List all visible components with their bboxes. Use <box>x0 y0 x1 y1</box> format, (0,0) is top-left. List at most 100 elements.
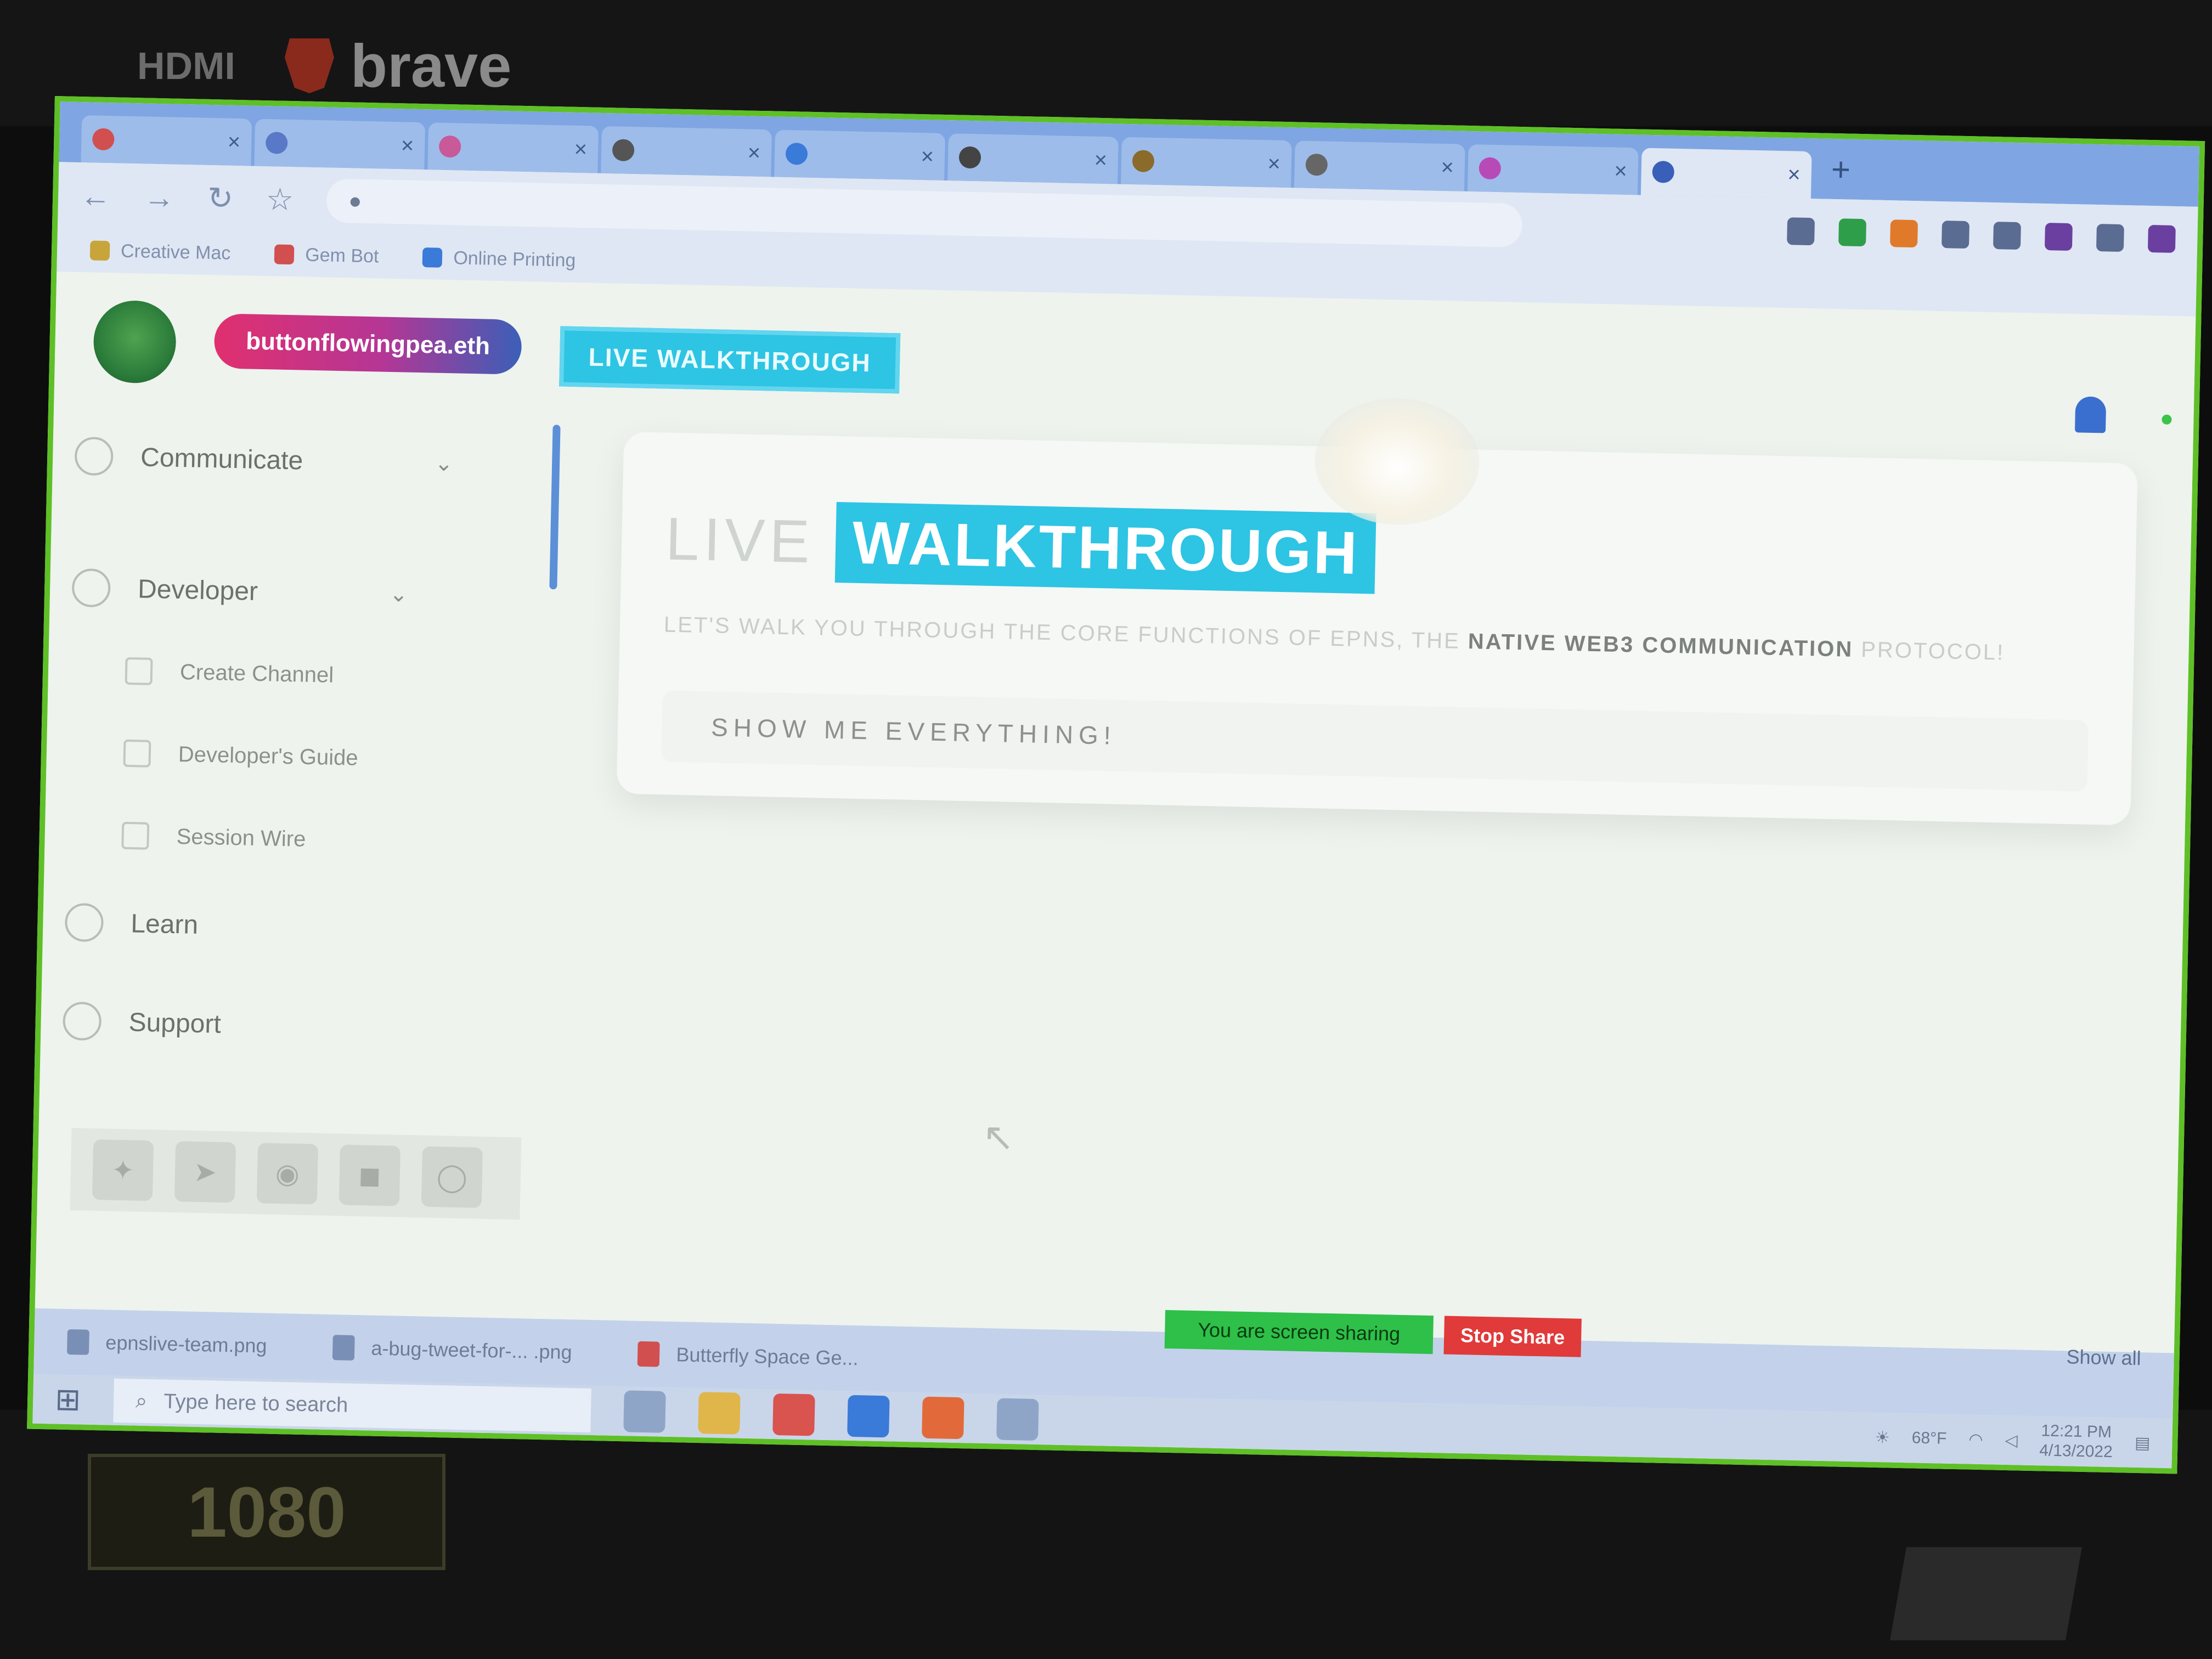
walkthrough-title: LIVE WALKTHROUGH <box>665 499 1376 594</box>
sidebar-item-learn[interactable]: Learn <box>64 902 199 944</box>
close-icon[interactable]: × <box>1267 151 1280 176</box>
browser-tab[interactable]: × <box>774 129 945 180</box>
laptop-label-badge: 1080 <box>88 1454 445 1570</box>
zoom-icon[interactable] <box>847 1395 890 1438</box>
wifi-icon[interactable]: ◠ <box>1968 1430 1983 1449</box>
browser-tab-active[interactable]: × <box>1640 148 1812 199</box>
chrome-icon[interactable] <box>772 1393 815 1436</box>
browser-tab[interactable]: × <box>1467 144 1639 195</box>
new-tab-icon[interactable]: + <box>1814 150 1867 189</box>
sidebar-subitem-label: Session Wire <box>176 824 306 851</box>
browser-tab[interactable]: × <box>601 126 772 177</box>
sidebar-item-communicate[interactable]: Communicate ⌄ <box>74 436 454 483</box>
close-icon[interactable]: × <box>1441 155 1454 179</box>
sidebar: Communicate ⌄ Developer ⌄ Create Channel… <box>38 414 561 1220</box>
file-icon <box>66 1329 89 1355</box>
tab-favicon-icon <box>92 128 115 151</box>
subtitle-bold: NATIVE WEB3 COMMUNICATION <box>1468 629 1854 662</box>
notification-bell-icon[interactable] <box>2074 396 2107 433</box>
task-view-icon[interactable] <box>623 1390 666 1433</box>
back-arrow-icon[interactable]: ← <box>80 178 111 214</box>
sidebar-item-label: Developer <box>137 574 258 606</box>
metamask-icon[interactable] <box>1889 219 1918 248</box>
twitter-icon[interactable]: ✦ <box>92 1139 154 1201</box>
sidebar-subitem-create-channel[interactable]: Create Channel <box>125 657 334 689</box>
close-icon[interactable]: × <box>400 133 414 158</box>
close-icon[interactable]: × <box>1614 159 1627 183</box>
sidebar-item-support[interactable]: Support <box>62 1001 222 1043</box>
telegram-icon[interactable]: ➤ <box>174 1141 236 1203</box>
medium-icon[interactable]: ◼ <box>338 1144 401 1206</box>
bookmark-icon[interactable]: ☆ <box>266 181 294 218</box>
extension-icon[interactable] <box>1941 221 1970 249</box>
sidebar-item-label: Support <box>128 1007 222 1039</box>
sidebar-subitem-label: Developer's Guide <box>178 742 359 770</box>
browser-tab[interactable]: × <box>1121 137 1292 188</box>
app-logo[interactable] <box>93 300 177 384</box>
forward-arrow-icon[interactable]: → <box>144 179 175 215</box>
bookmark-item[interactable]: Creative Mac <box>89 240 231 264</box>
browser-tab[interactable]: × <box>947 133 1119 184</box>
search-placeholder: Type here to search <box>163 1390 348 1417</box>
close-icon[interactable]: × <box>747 140 760 165</box>
app-icon[interactable] <box>996 1398 1039 1441</box>
bookmark-favicon-icon <box>274 244 295 265</box>
tab-favicon-icon <box>1305 153 1328 176</box>
wire-icon <box>121 821 150 850</box>
close-icon[interactable]: × <box>1094 148 1107 172</box>
file-explorer-icon[interactable] <box>698 1392 741 1435</box>
taskbar-clock[interactable]: 12:21 PM 4/13/2022 <box>2039 1421 2113 1462</box>
download-item[interactable]: epnslive-team.png <box>66 1329 267 1359</box>
windows-start-icon[interactable]: ⊞ <box>55 1381 81 1418</box>
laptop-hinge <box>1890 1547 2082 1640</box>
extension-icon[interactable] <box>1838 218 1867 247</box>
profile-avatar-icon[interactable] <box>2147 224 2176 253</box>
sidebar-scrollbar[interactable] <box>549 425 561 590</box>
volume-icon[interactable]: ◁ <box>2005 1430 2018 1449</box>
discord-icon[interactable]: ◉ <box>256 1143 319 1205</box>
walkthrough-subtitle: LET'S WALK YOU THROUGH THE CORE FUNCTION… <box>663 608 2035 669</box>
close-icon[interactable]: × <box>574 137 587 161</box>
chevron-down-icon: ⌄ <box>389 582 408 607</box>
extension-icon[interactable] <box>1993 222 2021 250</box>
close-icon[interactable]: × <box>921 144 934 169</box>
close-icon[interactable]: × <box>227 129 241 154</box>
communicate-icon <box>74 436 114 476</box>
show-me-everything-button[interactable]: SHOW ME EVERYTHING! <box>661 690 2089 792</box>
close-icon[interactable]: × <box>1787 162 1801 187</box>
download-item[interactable]: a-bug-tweet-for-... .png <box>332 1335 572 1365</box>
show-all-downloads-link[interactable]: Show all <box>2066 1345 2141 1370</box>
title-walkthrough: WALKTHROUGH <box>835 502 1376 594</box>
download-filename: a-bug-tweet-for-... .png <box>371 1336 573 1364</box>
github-icon[interactable]: ◯ <box>421 1146 483 1208</box>
stop-share-button[interactable]: Stop Share <box>1443 1316 1582 1357</box>
sidebar-item-developer[interactable]: Developer ⌄ <box>71 568 409 614</box>
weather-icon: ☀ <box>1875 1428 1891 1447</box>
browser-tab[interactable]: × <box>427 122 599 173</box>
sidebar-item-label: Communicate <box>140 442 303 476</box>
reload-icon[interactable]: ↻ <box>207 180 234 217</box>
puzzle-icon[interactable] <box>2096 223 2124 252</box>
live-walkthrough-button[interactable]: LIVE WALKTHROUGH <box>559 326 901 394</box>
bookmark-favicon-icon <box>89 240 110 261</box>
sidebar-subitem-developers-guide[interactable]: Developer's Guide <box>123 739 359 772</box>
file-icon <box>637 1341 661 1367</box>
taskbar-search[interactable]: ⌕ Type here to search <box>113 1378 591 1432</box>
bookmark-item[interactable]: Gem Bot <box>274 244 379 267</box>
sidebar-subitem-label: Create Channel <box>179 659 334 687</box>
brave-icon[interactable] <box>922 1396 964 1440</box>
sidebar-subitem-session-wire[interactable]: Session Wire <box>121 821 306 853</box>
learn-icon <box>64 902 104 943</box>
extension-icon[interactable] <box>1787 217 1815 246</box>
download-item[interactable]: Butterfly Space Ge... <box>637 1341 859 1371</box>
browser-tab[interactable]: × <box>1294 140 1465 191</box>
brave-sticker: brave <box>284 31 511 101</box>
browser-tab[interactable]: × <box>81 115 252 166</box>
social-links-bar: ✦ ➤ ◉ ◼ ◯ <box>70 1128 522 1220</box>
bookmark-item[interactable]: Online Printing <box>422 247 576 272</box>
wallet-domain-pill[interactable]: buttonflowingpea.eth <box>213 313 522 375</box>
notifications-icon[interactable]: ▤ <box>2135 1433 2151 1453</box>
lock-icon: ● <box>348 188 362 213</box>
extension-icon[interactable] <box>2044 223 2073 251</box>
browser-tab[interactable]: × <box>254 119 426 170</box>
